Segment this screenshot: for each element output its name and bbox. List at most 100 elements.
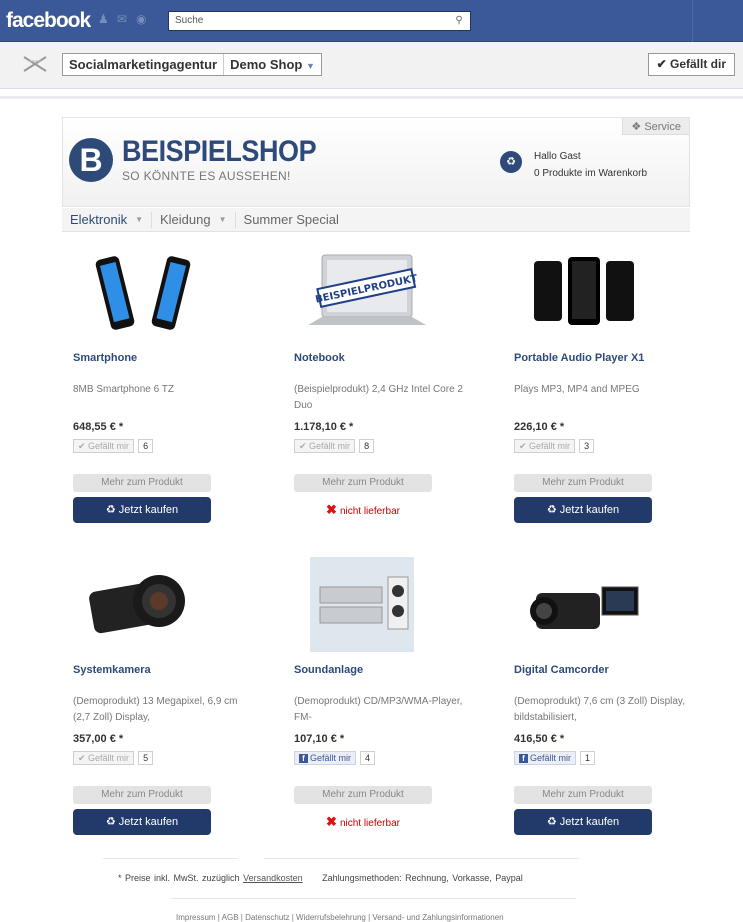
product-price: 416,50 € * — [514, 733, 565, 745]
product-card: Digital Camcorder (Demoprodukt) 7,6 cm (… — [514, 557, 694, 835]
product-name[interactable]: Smartphone — [73, 352, 253, 364]
service-label: Service — [644, 121, 681, 133]
buy-button[interactable]: ♻ Jetzt kaufen — [514, 497, 652, 523]
shop-name[interactable]: BEISPIELSHOP — [122, 135, 317, 169]
cart-icon[interactable]: ♻ — [500, 151, 522, 173]
product-name[interactable]: Notebook — [294, 352, 474, 364]
like-widget: ✔ Gefällt mir 6 — [73, 439, 253, 453]
search-input[interactable]: Suche — [168, 11, 471, 31]
like-widget: ✔ Gefällt mir 3 — [514, 439, 694, 453]
more-button[interactable]: Mehr zum Produkt — [73, 786, 211, 804]
buy-button[interactable]: ♻ Jetzt kaufen — [73, 809, 211, 835]
product-description: Plays MP3, MP4 and MPEG — [514, 384, 640, 395]
check-icon: ✔ — [656, 57, 667, 71]
shop-tagline: SO KÖNNTE ES AUSSEHEN! — [122, 169, 291, 183]
camera-image — [89, 575, 185, 634]
more-button[interactable]: Mehr zum Produkt — [73, 474, 211, 492]
product-description: 8MB Smartphone 6 TZ — [73, 384, 174, 395]
chevron-down-icon: ▼ — [305, 61, 315, 71]
page-name-link[interactable]: Socialmarketingagentur — [63, 54, 223, 75]
like-button[interactable]: ✔ Gefällt mir — [73, 439, 135, 453]
buy-button[interactable]: ♻ Jetzt kaufen — [73, 497, 211, 523]
product-name[interactable]: Systemkamera — [73, 664, 253, 676]
product-name[interactable]: Portable Audio Player X1 — [514, 352, 694, 364]
product-image[interactable] — [514, 557, 654, 652]
product-image[interactable] — [294, 557, 434, 652]
shop-header: B BEISPIELSHOP SO KÖNNTE ES AUSSEHEN! ❖ … — [62, 117, 690, 207]
tab-label: Demo Shop — [230, 57, 303, 72]
like-button[interactable]: f Gefällt mir — [514, 751, 577, 765]
nav-item-kleidung[interactable]: Kleidung ▼ — [152, 208, 235, 231]
like-page-button[interactable]: ✔ Gefällt dir — [647, 53, 735, 76]
product-image[interactable] — [73, 557, 213, 652]
like-page-label: Gefällt dir — [669, 57, 726, 71]
shop-logo-icon[interactable]: B — [69, 138, 113, 182]
breadcrumb: Socialmarketingagentur Demo Shop ▼ — [62, 53, 322, 76]
buy-button[interactable]: ♻ Jetzt kaufen — [514, 809, 652, 835]
payment-methods: Zahlungsmethoden: Rechnung, Vorkasse, Pa… — [322, 873, 523, 883]
product-name[interactable]: Digital Camcorder — [514, 664, 694, 676]
like-count: 6 — [138, 439, 154, 453]
nav-label: Summer Special — [243, 212, 339, 227]
more-button[interactable]: Mehr zum Produkt — [294, 786, 432, 804]
product-description: (Demoprodukt) 13 Megapixel, 6,9 cm (2,7 … — [73, 696, 238, 723]
like-button[interactable]: ✔ Gefällt mir — [514, 439, 576, 453]
facebook-top-bar: facebook ♟ ✉ ◉ Suche ⚲ — [0, 0, 743, 42]
like-label: Gefällt mir — [530, 753, 572, 763]
like-widget: ✔ Gefällt mir 5 — [73, 751, 253, 765]
product-price: 1.178,10 € * — [294, 421, 354, 433]
like-widget: f Gefällt mir 4 — [294, 751, 474, 765]
product-image[interactable]: BEISPIELPRODUKT — [294, 245, 434, 340]
facebook-logo[interactable]: facebook — [6, 9, 91, 33]
like-button[interactable]: ✔ Gefällt mir — [294, 439, 356, 453]
product-price: 357,00 € * — [73, 733, 124, 745]
nav-label: Elektronik — [70, 212, 128, 227]
like-button[interactable]: f Gefällt mir — [294, 751, 357, 765]
product-description: (Demoprodukt) 7,6 cm (3 Zoll) Display, b… — [514, 696, 685, 723]
cross-icon: ✖ — [326, 814, 337, 829]
product-image[interactable] — [514, 245, 654, 340]
cart-info[interactable]: Hallo Gast 0 Produkte im Warenkorb — [534, 148, 647, 182]
sound-system-image — [310, 557, 414, 652]
nav-item-summer-special[interactable]: Summer Special — [236, 208, 347, 231]
price-note: * Preise inkl. MwSt. zuzüglich Versandko… — [118, 873, 523, 883]
tab-selector[interactable]: Demo Shop ▼ — [223, 54, 321, 75]
more-button[interactable]: Mehr zum Produkt — [514, 474, 652, 492]
product-image[interactable] — [73, 245, 213, 340]
page-logo-icon — [23, 56, 47, 72]
service-button[interactable]: ❖ Service — [622, 118, 689, 135]
info-icon: ❖ — [631, 121, 642, 133]
like-button[interactable]: ✔ Gefällt mir — [73, 751, 135, 765]
unavailable-label: nicht lieferbar — [339, 506, 400, 517]
cart-icon: ♻ — [546, 504, 557, 516]
facebook-icon: f — [519, 754, 528, 763]
messages-icon[interactable]: ✉ — [117, 12, 130, 26]
greeting: Hallo Gast — [534, 151, 581, 162]
facebook-icon: f — [299, 754, 308, 763]
shipping-link[interactable]: Versandkosten — [243, 873, 303, 883]
friend-requests-icon[interactable]: ♟ — [98, 12, 111, 26]
nav-label: Kleidung — [160, 212, 211, 227]
product-card: Soundanlage (Demoprodukt) CD/MP3/WMA-Pla… — [294, 557, 474, 835]
product-name[interactable]: Soundanlage — [294, 664, 474, 676]
camcorder-image — [530, 586, 639, 629]
product-card: Systemkamera (Demoprodukt) 13 Megapixel,… — [73, 557, 253, 835]
price-info: * Preise inkl. MwSt. zuzüglich — [118, 873, 240, 883]
buy-label: Jetzt kaufen — [118, 504, 179, 516]
like-widget: ✔ Gefällt mir 8 — [294, 439, 474, 453]
product-card: Portable Audio Player X1 Plays MP3, MP4 … — [514, 245, 694, 523]
like-count: 5 — [138, 751, 154, 765]
divider — [692, 0, 693, 42]
nav-item-elektronik[interactable]: Elektronik ▼ — [62, 208, 151, 231]
buy-label: Jetzt kaufen — [559, 504, 620, 516]
like-count: 1 — [580, 751, 596, 765]
like-widget: f Gefällt mir 1 — [514, 751, 694, 765]
search-icon[interactable]: ⚲ — [447, 12, 471, 30]
cart-icon: ♻ — [105, 816, 116, 828]
more-button[interactable]: Mehr zum Produkt — [294, 474, 432, 492]
like-label: Gefällt mir — [88, 441, 130, 451]
audio-player-image — [534, 257, 634, 325]
notifications-icon[interactable]: ◉ — [136, 12, 149, 26]
product-description: (Beispielprodukt) 2,4 GHz Intel Core 2 D… — [294, 384, 463, 411]
more-button[interactable]: Mehr zum Produkt — [514, 786, 652, 804]
